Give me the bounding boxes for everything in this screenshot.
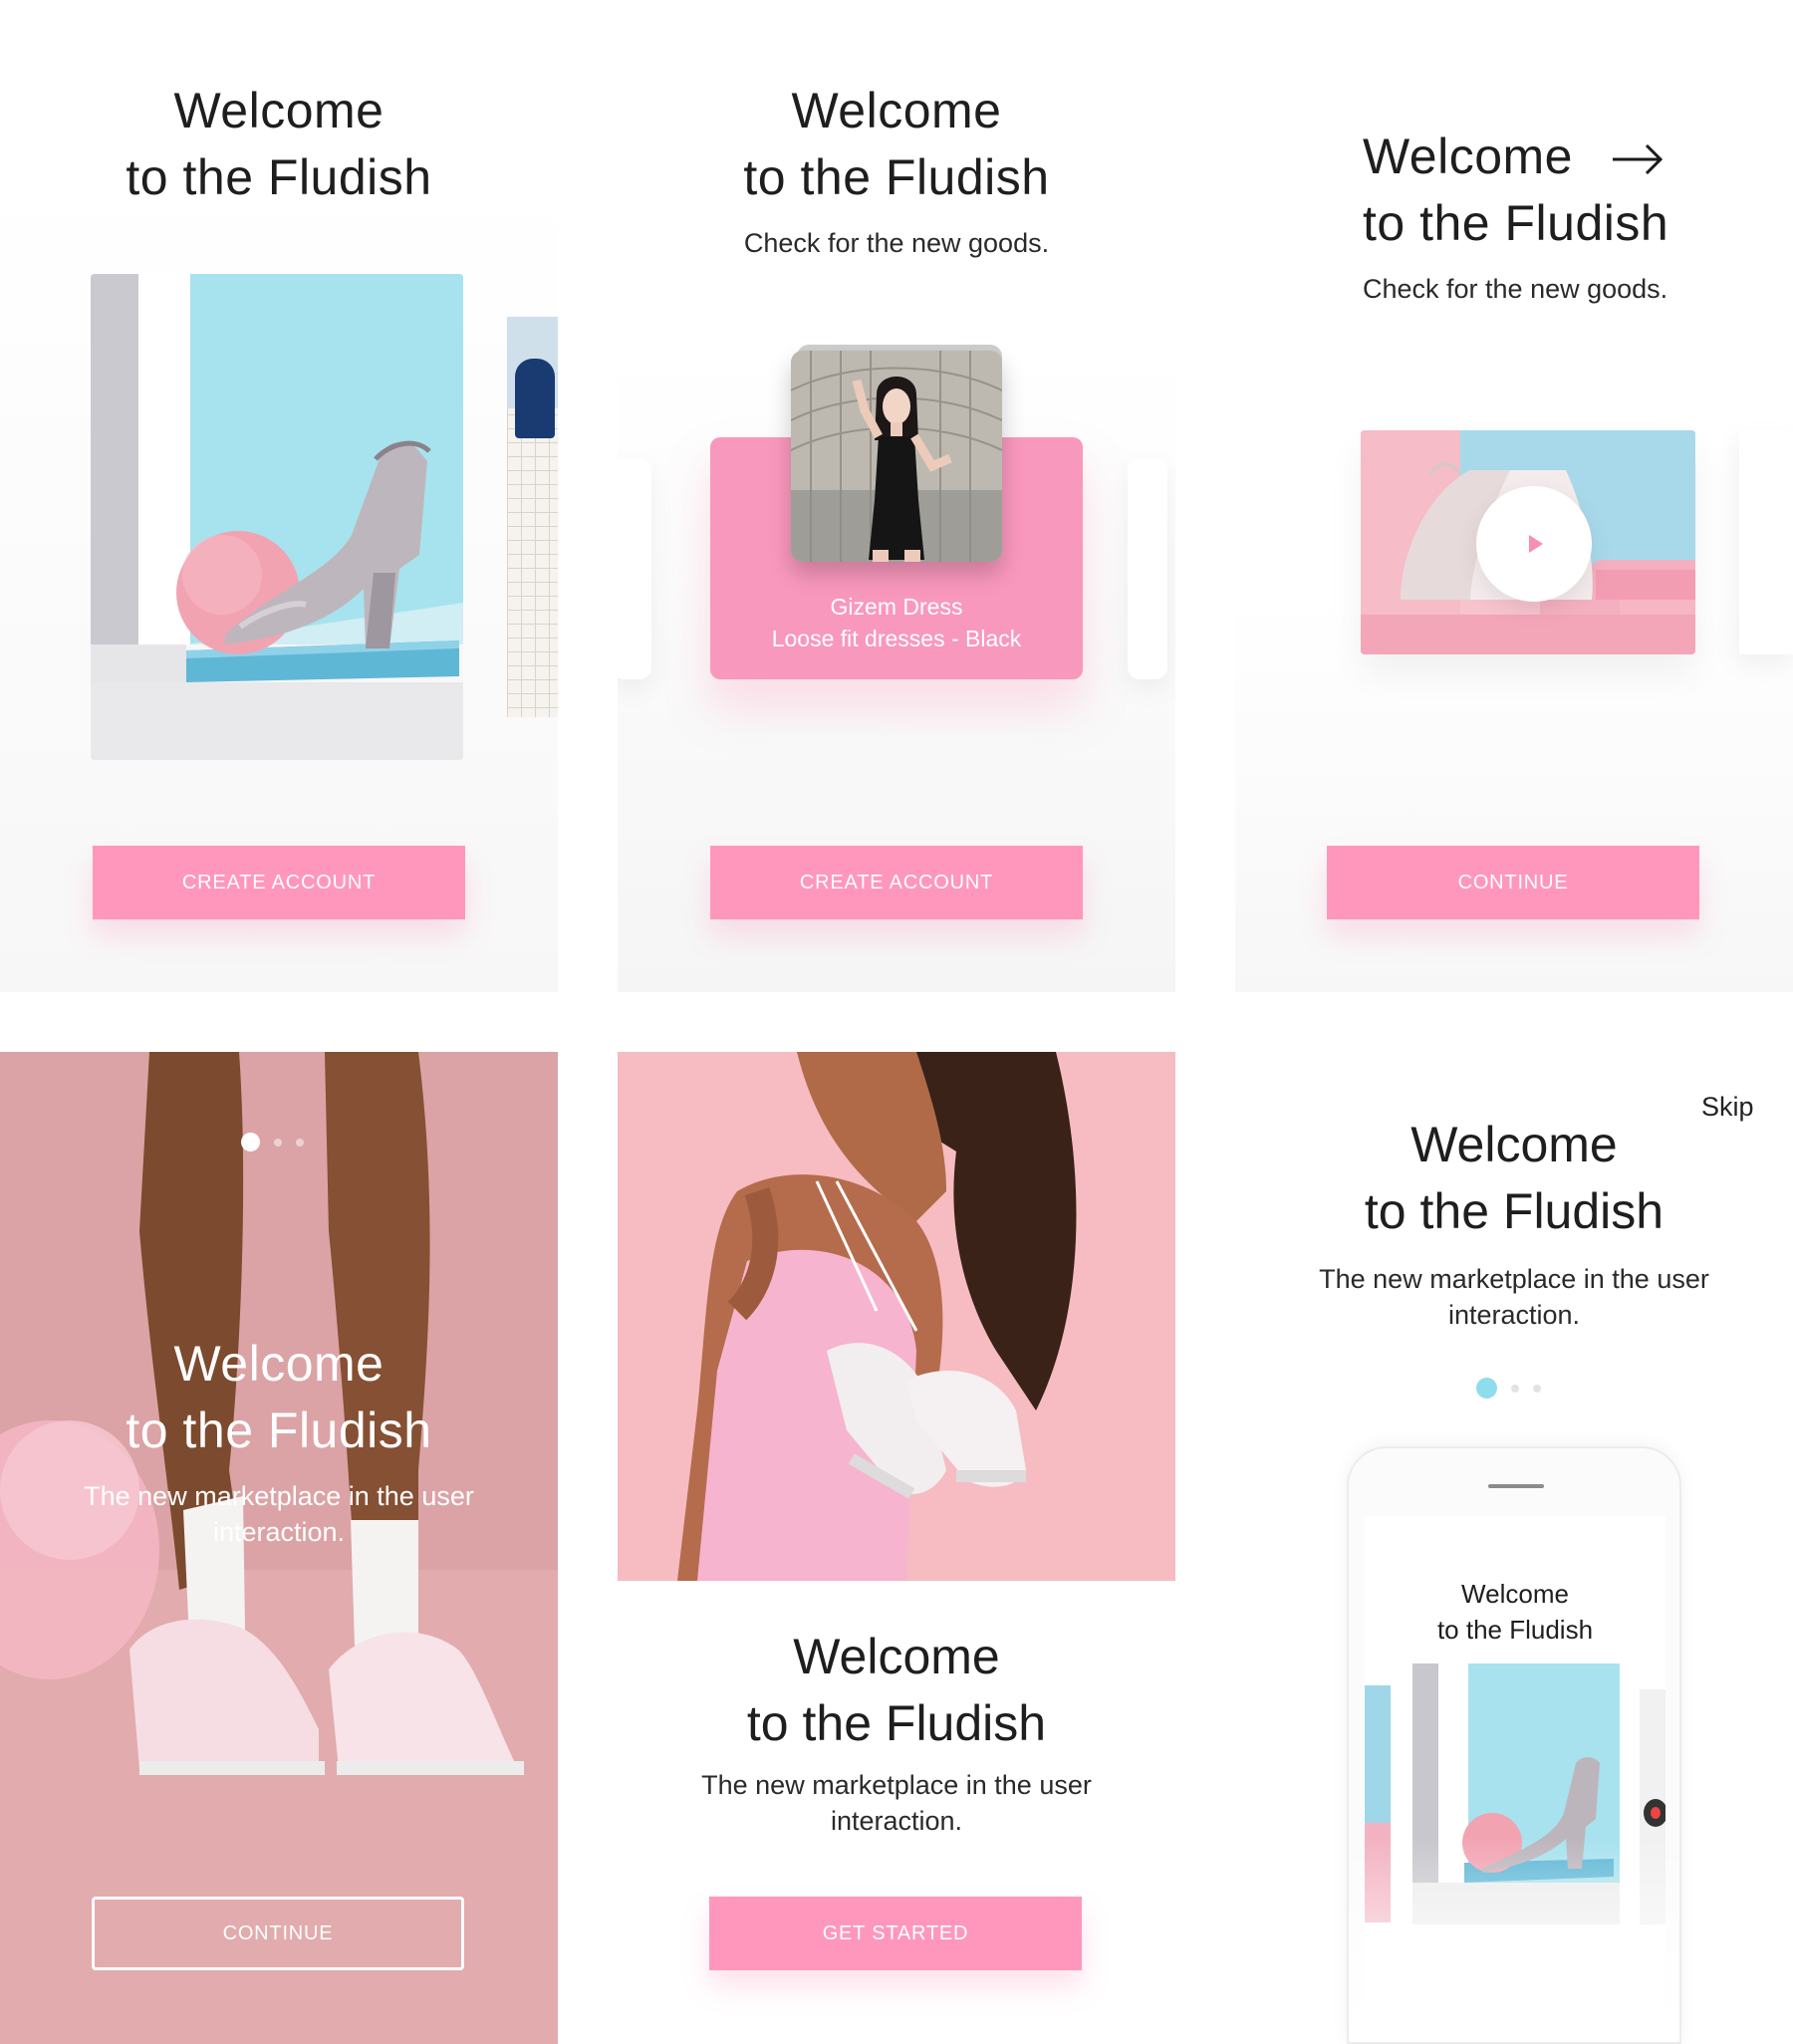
product-photo-stack[interactable] — [791, 345, 1002, 562]
phone-welcome-title: Welcome to the Fludish — [1436, 1579, 1594, 1645]
phone-speaker — [1488, 1484, 1544, 1488]
model-sneakers-photo — [618, 1052, 1175, 1581]
pager-dot[interactable] — [274, 1138, 282, 1147]
create-account-button[interactable]: CREATE ACCOUNT — [710, 846, 1083, 919]
pager-dot-active[interactable] — [241, 1133, 260, 1151]
continue-button[interactable]: CONTINUE — [1327, 846, 1699, 919]
carousel-peek-right[interactable] — [1739, 430, 1793, 654]
dress-photo — [515, 359, 555, 438]
continue-button[interactable]: CONTINUE — [92, 1897, 464, 1970]
phone-mockup: Welcome to the Fludish — [1347, 1446, 1681, 2044]
pager-dot[interactable] — [1533, 1384, 1541, 1393]
welcome-subtitle: The new marketplace in the user interact… — [1319, 1264, 1709, 1330]
welcome-subtitle: The new marketplace in the user interact… — [701, 1770, 1092, 1836]
carousel-peek-left[interactable] — [618, 458, 651, 679]
product-card-shoe[interactable] — [91, 274, 463, 760]
pager-dot[interactable] — [1511, 1384, 1519, 1393]
onboarding-screen-1: Welcome to the Fludish CREATE ACCOUNT — [0, 0, 558, 992]
shoe-photo — [91, 274, 463, 760]
onboarding-screen-2: Welcome to the Fludish Check for the new… — [618, 0, 1175, 992]
play-icon[interactable] — [1476, 486, 1592, 602]
welcome-title: Welcome to the Fludish — [126, 83, 432, 205]
model-photo — [791, 351, 1002, 562]
pager-dots[interactable] — [1476, 1378, 1541, 1399]
pager-dots[interactable] — [241, 1133, 304, 1151]
welcome-title: Welcome to the Fludish — [746, 1629, 1047, 1751]
arrow-right-icon[interactable] — [1609, 137, 1668, 181]
welcome-title: Welcome to the Fludish — [126, 1336, 432, 1458]
carousel-peek-right[interactable] — [1128, 458, 1167, 679]
get-started-button[interactable]: GET STARTED — [709, 1897, 1082, 1970]
product-card-peek[interactable] — [507, 317, 558, 717]
welcome-subtitle: The new marketplace in the user interact… — [84, 1481, 474, 1547]
product-description: Loose fit dresses - Black — [771, 626, 1022, 651]
welcome-subtitle: Check for the new goods. — [1363, 274, 1668, 304]
pager-dot-active[interactable] — [1476, 1378, 1497, 1399]
pager-dot[interactable] — [296, 1138, 304, 1147]
welcome-title: Welcome to the Fludish — [743, 83, 1050, 205]
welcome-subtitle: Check for the new goods. — [743, 228, 1050, 258]
create-account-button[interactable]: CREATE ACCOUNT — [93, 846, 465, 919]
product-name: Gizem Dress — [830, 594, 963, 620]
welcome-title: Welcome to the Fludish — [1364, 1117, 1665, 1239]
